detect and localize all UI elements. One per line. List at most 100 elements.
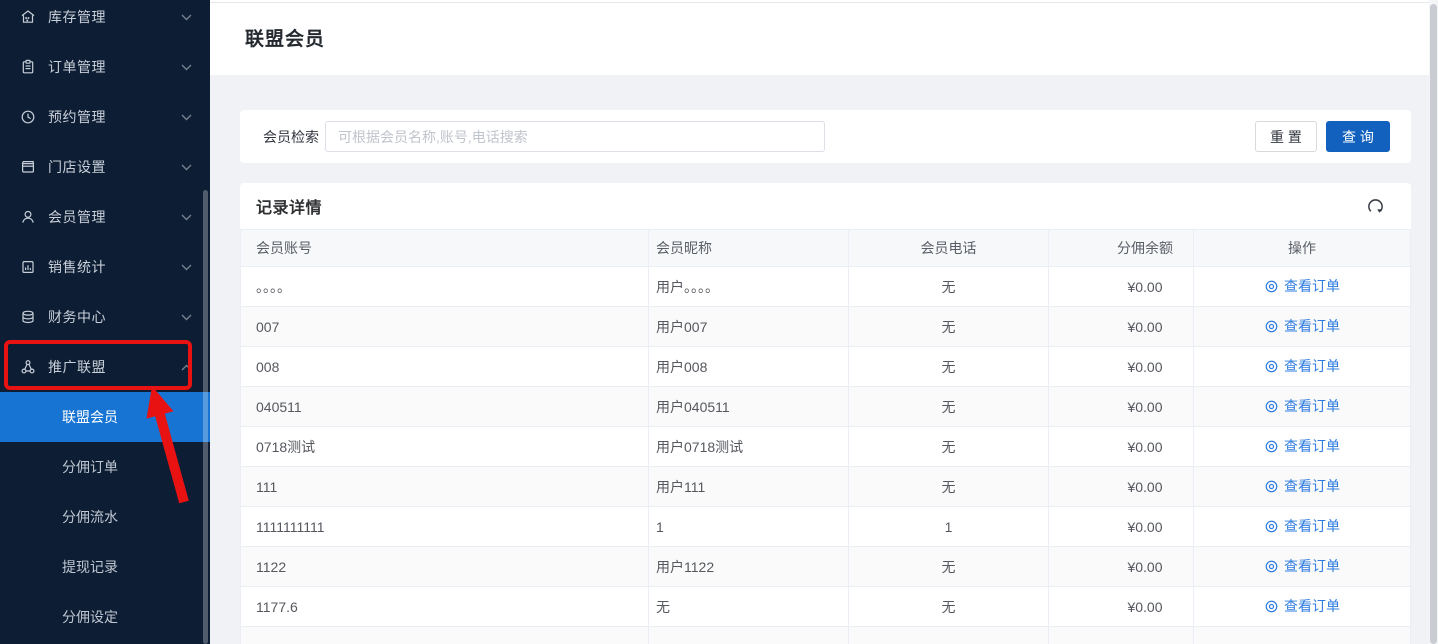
cell-action: 查看订单 xyxy=(1194,507,1411,547)
sidebar-item-store-settings[interactable]: 门店设置 xyxy=(0,142,210,192)
column-header-account: 会员账号 xyxy=(241,230,649,267)
view-orders-link[interactable]: 查看订单 xyxy=(1264,556,1340,576)
view-orders-link[interactable]: 查看订单 xyxy=(1264,316,1340,336)
cell-action: 查看订单 xyxy=(1194,267,1411,307)
eye-icon xyxy=(1264,319,1279,334)
cell-phone: 无 xyxy=(849,547,1049,587)
view-orders-link[interactable]: 查看订单 xyxy=(1264,476,1340,496)
table-row: 007 用户007 无 ¥0.00 查看订单 xyxy=(241,307,1411,347)
submenu-item-commission-flow[interactable]: 分佣流水 xyxy=(0,492,210,542)
cell-account: 1111111111 xyxy=(241,507,649,547)
search-label: 会员检索 xyxy=(263,127,319,147)
stats-icon xyxy=(20,259,36,275)
store-icon xyxy=(20,159,36,175)
table-row: 1122 用户1122 无 ¥0.00 查看订单 xyxy=(241,547,1411,587)
view-orders-link[interactable]: 查看订单 xyxy=(1264,596,1340,616)
table-row: 1111111111 1 1 ¥0.00 查看订单 xyxy=(241,507,1411,547)
column-header-balance: 分佣余额 xyxy=(1049,230,1194,267)
submenu-item-label: 分佣流水 xyxy=(62,507,118,527)
view-orders-link[interactable]: 查看订单 xyxy=(1264,356,1340,376)
member-search-input[interactable] xyxy=(325,121,825,152)
eye-icon xyxy=(1264,439,1279,454)
cell-balance: ¥0.00 xyxy=(1049,547,1194,587)
sidebar-scrollbar-thumb[interactable] xyxy=(203,190,208,644)
sidebar-item-label: 库存管理 xyxy=(48,7,181,27)
cell-action: 查看订单 xyxy=(1194,307,1411,347)
sidebar-item-reservations[interactable]: 预约管理 xyxy=(0,92,210,142)
warehouse-icon xyxy=(20,9,36,25)
sidebar-item-members[interactable]: 会员管理 xyxy=(0,192,210,242)
table-header-row: 会员账号 会员昵称 会员电话 分佣余额 操作 xyxy=(241,230,1411,267)
cell-nickname: 用户040511 xyxy=(649,387,849,427)
reset-button[interactable]: 重 置 xyxy=(1255,121,1317,152)
page-header: 联盟会员 xyxy=(210,0,1438,75)
table-row: 111 用户111 无 ¥0.00 查看订单 xyxy=(241,467,1411,507)
refresh-icon xyxy=(1366,197,1385,216)
cell-phone: 无 xyxy=(849,347,1049,387)
submenu-item-withdraw-records[interactable]: 提现记录 xyxy=(0,542,210,592)
column-header-phone: 会员电话 xyxy=(849,230,1049,267)
eye-icon xyxy=(1264,479,1279,494)
cell-phone: 无 xyxy=(849,307,1049,347)
cell-action: 查看订单 xyxy=(1194,347,1411,387)
view-orders-label: 查看订单 xyxy=(1284,556,1340,576)
order-icon xyxy=(20,59,36,75)
table-row-partial xyxy=(241,627,1411,644)
view-orders-label: 查看订单 xyxy=(1284,436,1340,456)
column-header-nickname: 会员昵称 xyxy=(649,230,849,267)
cell-nickname: 用户。。。。 xyxy=(649,267,849,307)
page-scrollbar[interactable] xyxy=(1429,0,1438,644)
sidebar-item-finance[interactable]: 财务中心 xyxy=(0,292,210,342)
view-orders-label: 查看订单 xyxy=(1284,396,1340,416)
submenu-item-commission-orders[interactable]: 分佣订单 xyxy=(0,442,210,492)
query-button[interactable]: 查 询 xyxy=(1326,121,1390,152)
eye-icon xyxy=(1264,599,1279,614)
view-orders-link[interactable]: 查看订单 xyxy=(1264,436,1340,456)
view-orders-link[interactable]: 查看订单 xyxy=(1264,276,1340,296)
records-table-body: 。。。。 用户。。。。 无 ¥0.00 查看订单 007 用户007 无 ¥0.… xyxy=(241,267,1411,644)
cell-action: 查看订单 xyxy=(1194,467,1411,507)
sidebar-item-sales-stats[interactable]: 销售统计 xyxy=(0,242,210,292)
sidebar-item-alliance[interactable]: 推广联盟 xyxy=(0,342,210,392)
cell-balance: ¥0.00 xyxy=(1049,347,1194,387)
records-table: 会员账号 会员昵称 会员电话 分佣余额 操作 。。。。 用户。。。。 无 ¥0.… xyxy=(240,229,1411,644)
sidebar-submenu: 联盟会员 分佣订单 分佣流水 提现记录 分佣设定 xyxy=(0,392,210,642)
cell-nickname: 用户008 xyxy=(649,347,849,387)
cell-balance: ¥0.00 xyxy=(1049,307,1194,347)
sidebar-item-label: 销售统计 xyxy=(48,257,181,277)
sidebar-menu: 库存管理 订单管理 预约管理 门店设置 xyxy=(0,0,210,392)
table-row: 0718测试 用户0718测试 无 ¥0.00 查看订单 xyxy=(241,427,1411,467)
records-card: 记录详情 会员账号 会员昵称 会员电话 xyxy=(240,183,1411,644)
page-scrollbar-thumb[interactable] xyxy=(1430,4,1437,644)
column-header-action: 操作 xyxy=(1194,230,1411,267)
sidebar-item-inventory[interactable]: 库存管理 xyxy=(0,0,210,42)
records-card-header: 记录详情 xyxy=(240,183,1411,229)
submenu-item-label: 联盟会员 xyxy=(62,407,118,427)
sidebar-item-orders[interactable]: 订单管理 xyxy=(0,42,210,92)
refresh-button[interactable] xyxy=(1364,195,1386,217)
submenu-item-commission-settings[interactable]: 分佣设定 xyxy=(0,592,210,642)
view-orders-link[interactable]: 查看订单 xyxy=(1264,516,1340,536)
cell-phone: 无 xyxy=(849,387,1049,427)
top-divider xyxy=(210,2,1438,3)
eye-icon xyxy=(1264,279,1279,294)
cell-balance: ¥0.00 xyxy=(1049,467,1194,507)
cell-balance: ¥0.00 xyxy=(1049,427,1194,467)
content-area: 会员检索 重 置 查 询 记录详情 xyxy=(210,75,1438,644)
cell-balance: ¥0.00 xyxy=(1049,387,1194,427)
cell-account: 040511 xyxy=(241,387,649,427)
submenu-item-label: 提现记录 xyxy=(62,557,118,577)
main-content: 联盟会员 会员检索 重 置 查 询 记录详情 xyxy=(210,0,1438,644)
page-title: 联盟会员 xyxy=(245,24,325,51)
view-orders-link[interactable]: 查看订单 xyxy=(1264,396,1340,416)
submenu-item-alliance-members[interactable]: 联盟会员 xyxy=(0,392,210,442)
cell-nickname: 用户007 xyxy=(649,307,849,347)
cell-balance: ¥0.00 xyxy=(1049,267,1194,307)
eye-icon xyxy=(1264,359,1279,374)
sidebar-item-label: 预约管理 xyxy=(48,107,181,127)
table-row: 。。。。 用户。。。。 无 ¥0.00 查看订单 xyxy=(241,267,1411,307)
sidebar-item-label: 订单管理 xyxy=(48,57,181,77)
cell-nickname: 1 xyxy=(649,507,849,547)
view-orders-label: 查看订单 xyxy=(1284,276,1340,296)
submenu-item-label: 分佣订单 xyxy=(62,457,118,477)
